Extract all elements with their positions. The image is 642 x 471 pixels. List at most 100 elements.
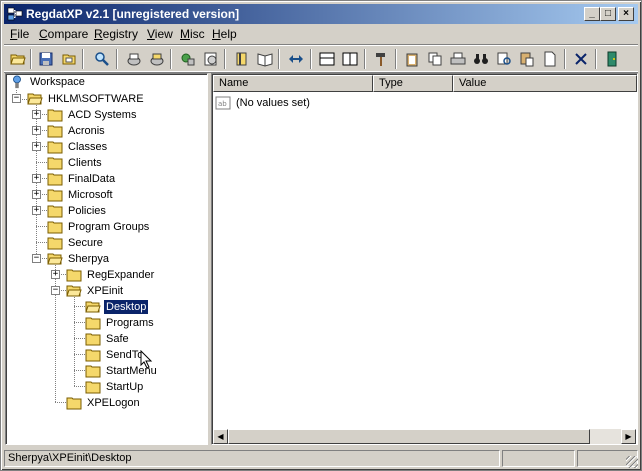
folder-icon bbox=[47, 109, 63, 122]
registry-value-icon: ab bbox=[215, 96, 231, 110]
reg-scan-icon[interactable] bbox=[124, 49, 144, 69]
swap-arrows-icon[interactable] bbox=[286, 49, 306, 69]
close-button[interactable]: × bbox=[618, 7, 634, 21]
open-folder-icon[interactable] bbox=[8, 49, 28, 69]
scroll-thumb[interactable] bbox=[228, 429, 590, 444]
horizontal-scrollbar[interactable]: ◀ ▶ bbox=[213, 429, 636, 444]
column-header-value[interactable]: Value bbox=[453, 75, 637, 92]
menu-view[interactable]: View bbox=[147, 27, 173, 41]
menu-misc[interactable]: Misc bbox=[180, 27, 205, 41]
tree-node-acronis[interactable]: Acronis bbox=[47, 123, 107, 139]
tree-node-programs[interactable]: Programs bbox=[85, 315, 156, 331]
tree-node-sherpya[interactable]: Sherpya bbox=[47, 251, 111, 267]
tree-label: Program Groups bbox=[68, 221, 150, 233]
paste-icon[interactable] bbox=[517, 49, 537, 69]
export-icon[interactable] bbox=[178, 49, 198, 69]
print-icon[interactable] bbox=[448, 49, 468, 69]
scroll-right-button[interactable]: ▶ bbox=[621, 429, 636, 444]
tree-node-desktop[interactable]: Desktop bbox=[85, 299, 150, 315]
tree-node-hklm-software[interactable]: HKLM\SOFTWARE bbox=[27, 91, 146, 107]
expand-toggle[interactable]: + bbox=[32, 110, 41, 119]
folder-icon bbox=[47, 205, 63, 218]
tree-label: Clients bbox=[68, 157, 102, 169]
minimize-button[interactable]: _ bbox=[584, 7, 600, 21]
tree-node-clients[interactable]: Clients bbox=[47, 155, 104, 171]
expand-toggle[interactable]: + bbox=[32, 126, 41, 135]
tree-node-workspace[interactable]: Workspace bbox=[9, 74, 87, 90]
clipboard-icon[interactable] bbox=[402, 49, 422, 69]
registry-tree[interactable]: Workspace − HKLM\SOFTWARE + ACD Systems + A… bbox=[5, 73, 208, 445]
find-next-icon[interactable] bbox=[494, 49, 514, 69]
tree-node-xpeinit[interactable]: XPEinit bbox=[66, 283, 125, 299]
folder-open-icon bbox=[47, 253, 63, 265]
tree-label: Secure bbox=[68, 237, 103, 249]
import-icon[interactable] bbox=[201, 49, 221, 69]
tree-label: Microsoft bbox=[68, 189, 113, 201]
menu-help-label: elp bbox=[220, 27, 237, 41]
column-header-type[interactable]: Type bbox=[373, 75, 453, 92]
menu-view-mnemonic: V bbox=[147, 27, 155, 41]
collapse-toggle[interactable]: − bbox=[12, 94, 21, 103]
hammer-icon[interactable] bbox=[371, 49, 391, 69]
maximize-button[interactable]: □ bbox=[600, 7, 616, 21]
collapse-toggle[interactable]: − bbox=[32, 254, 41, 263]
toolbar-separator bbox=[30, 49, 32, 69]
book-icon[interactable] bbox=[232, 49, 252, 69]
toolbar-separator bbox=[364, 49, 366, 69]
expand-toggle[interactable]: + bbox=[32, 174, 41, 183]
menu-file[interactable]: File bbox=[10, 27, 29, 41]
split-vertical-icon[interactable] bbox=[340, 49, 360, 69]
tree-node-startup[interactable]: StartUp bbox=[85, 379, 145, 395]
tree-node-secure[interactable]: Secure bbox=[47, 235, 105, 251]
tree-node-acd-systems[interactable]: ACD Systems bbox=[47, 107, 138, 123]
search-icon[interactable] bbox=[92, 49, 112, 69]
resize-grip[interactable] bbox=[626, 456, 638, 468]
tree-node-microsoft[interactable]: Microsoft bbox=[47, 187, 115, 203]
tree-node-program-groups[interactable]: Program Groups bbox=[47, 219, 151, 235]
toolbar-separator bbox=[395, 49, 397, 69]
folder-icon bbox=[85, 381, 101, 394]
book-open-icon[interactable] bbox=[255, 49, 275, 69]
tree-label: FinalData bbox=[68, 173, 116, 185]
scroll-left-button[interactable]: ◀ bbox=[213, 429, 228, 444]
exit-door-icon[interactable] bbox=[602, 49, 622, 69]
toolbar-separator bbox=[170, 49, 172, 69]
empty-values-text: (No values set) bbox=[236, 97, 310, 109]
new-page-icon[interactable] bbox=[540, 49, 560, 69]
tree-label: Sherpya bbox=[68, 253, 109, 265]
copy-icon[interactable] bbox=[425, 49, 445, 69]
tree-node-finaldata[interactable]: FinalData bbox=[47, 171, 117, 187]
menu-help-mnemonic: H bbox=[212, 27, 221, 41]
window-title: RegdatXP v2.1 [unregistered version] bbox=[26, 7, 240, 21]
tree-node-regexpander[interactable]: RegExpander bbox=[66, 267, 156, 283]
toolbar-separator bbox=[116, 49, 118, 69]
tree-node-policies[interactable]: Policies bbox=[47, 203, 108, 219]
menu-compare[interactable]: Compare bbox=[39, 27, 88, 41]
binoculars-icon[interactable] bbox=[471, 49, 491, 69]
collapse-toggle[interactable]: − bbox=[51, 286, 60, 295]
tree-node-xpelogon[interactable]: XPELogon bbox=[66, 395, 142, 411]
open-file-icon[interactable] bbox=[59, 49, 79, 69]
save-disk-icon[interactable] bbox=[36, 49, 56, 69]
menu-registry[interactable]: Registry bbox=[94, 27, 138, 41]
tree-node-safe[interactable]: Safe bbox=[85, 331, 131, 347]
delete-icon[interactable] bbox=[571, 49, 591, 69]
expand-toggle[interactable]: + bbox=[32, 190, 41, 199]
tree-label: XPEinit bbox=[87, 285, 124, 297]
reg-compare-icon[interactable] bbox=[147, 49, 167, 69]
menu-help[interactable]: Help bbox=[212, 27, 237, 41]
column-header-name[interactable]: Name bbox=[213, 75, 373, 92]
values-list[interactable]: Name Type Value ab (No values set) ◀ ▶ bbox=[211, 73, 638, 445]
split-horizontal-icon[interactable] bbox=[317, 49, 337, 69]
tree-node-sendto[interactable]: SendTo bbox=[85, 347, 145, 363]
tree-connector bbox=[74, 297, 75, 386]
menu-compare-mnemonic: C bbox=[39, 27, 48, 41]
title-bar[interactable]: RegdatXP v2.1 [unregistered version] _ □… bbox=[4, 4, 638, 24]
toolbar-separator bbox=[224, 49, 226, 69]
tree-node-classes[interactable]: Classes bbox=[47, 139, 109, 155]
expand-toggle[interactable]: + bbox=[32, 142, 41, 151]
expand-toggle[interactable]: + bbox=[32, 206, 41, 215]
expand-toggle[interactable]: + bbox=[51, 270, 60, 279]
toolbar-separator bbox=[278, 49, 280, 69]
folder-icon bbox=[47, 141, 63, 154]
